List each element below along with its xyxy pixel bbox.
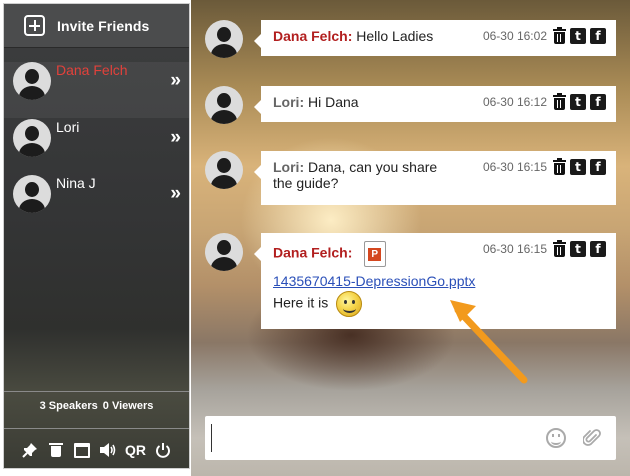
user-name: Nina J: [56, 175, 96, 191]
participant-stats: 3 Speakers 0 Viewers: [4, 400, 189, 412]
smiley-icon: [336, 291, 363, 317]
user-name: Dana Felch: [56, 62, 128, 78]
speakers-label: Speakers: [48, 400, 98, 412]
message-sender: Dana Felch:: [273, 244, 353, 261]
message-composer: [205, 416, 616, 460]
divider: [4, 391, 189, 392]
message-time: 06-30 16:15: [482, 160, 547, 174]
facebook-icon[interactable]: f: [590, 241, 606, 257]
qr-button[interactable]: QR: [125, 442, 146, 458]
invite-friends-button[interactable]: Invite Friends: [4, 4, 189, 48]
chat-area: Dana Felch: Hello Ladies 06-30 16:02 t f…: [191, 0, 630, 476]
invite-friends-label: Invite Friends: [57, 17, 150, 34]
power-icon[interactable]: [154, 441, 172, 459]
facebook-icon[interactable]: f: [590, 159, 606, 175]
file-link[interactable]: 1435670415-DepressionGo.pptx: [273, 273, 606, 289]
message-meta: 06-30 16:12 t f: [482, 92, 606, 110]
pin-icon[interactable]: [21, 441, 39, 459]
twitter-icon[interactable]: t: [570, 28, 586, 44]
avatar: [13, 62, 51, 100]
user-item-lori[interactable]: Lori »: [4, 119, 189, 175]
message-sender: Dana Felch:: [273, 28, 353, 44]
message-text: Hello Ladies: [356, 28, 434, 44]
chevron-right-icon[interactable]: »: [170, 183, 180, 205]
message-time: 06-30 16:02: [482, 29, 547, 43]
twitter-icon[interactable]: t: [570, 94, 586, 110]
delete-icon[interactable]: [553, 92, 566, 110]
viewers-count: 0: [102, 400, 109, 412]
chevron-right-icon[interactable]: »: [170, 70, 180, 92]
avatar: [205, 233, 243, 271]
powerpoint-file-icon: P: [364, 241, 387, 267]
viewers-label: Viewers: [111, 400, 154, 412]
divider: [4, 428, 189, 429]
paperclip-icon[interactable]: [582, 428, 602, 448]
user-name: Lori: [56, 119, 80, 135]
avatar: [13, 175, 51, 213]
twitter-icon[interactable]: t: [570, 241, 586, 257]
message-input[interactable]: [211, 424, 531, 452]
sidebar-toolbar: QR: [4, 436, 189, 464]
avatar: [205, 151, 243, 189]
twitter-icon[interactable]: t: [570, 159, 586, 175]
facebook-icon[interactable]: f: [590, 28, 606, 44]
speakers-count: 3: [39, 400, 46, 412]
plus-icon: [24, 15, 45, 36]
message-bubble: Dana Felch: P 1435670415-DepressionGo.pp…: [254, 233, 616, 329]
delete-icon[interactable]: [553, 239, 566, 257]
window-icon[interactable]: [73, 441, 91, 459]
avatar: [205, 86, 243, 124]
message-bubble: Lori: Dana, can you share the guide? 06-…: [254, 151, 616, 205]
message-text: Hi Dana: [308, 94, 359, 110]
chevron-right-icon[interactable]: »: [170, 127, 180, 149]
avatar: [13, 119, 51, 157]
message-time: 06-30 16:12: [482, 95, 547, 109]
message-sender: Lori:: [273, 94, 305, 110]
message-meta: 06-30 16:15 t f: [482, 157, 606, 175]
message-sender: Lori:: [273, 159, 305, 175]
facebook-icon[interactable]: f: [590, 94, 606, 110]
message-time: 06-30 16:15: [482, 242, 547, 256]
emoji-icon[interactable]: [546, 428, 566, 448]
sidebar: Invite Friends Dana Felch » Lori » Nina …: [3, 3, 190, 469]
message-bubble: Dana Felch: Hello Ladies 06-30 16:02 t f: [254, 20, 616, 56]
message-meta: 06-30 16:02 t f: [482, 26, 606, 44]
delete-icon[interactable]: [553, 26, 566, 44]
avatar: [205, 20, 243, 58]
message-meta: 06-30 16:15 t f: [482, 239, 606, 257]
message-bubble: Lori: Hi Dana 06-30 16:12 t f: [254, 86, 616, 122]
user-item-dana[interactable]: Dana Felch »: [4, 62, 189, 118]
message-text: Here it is: [273, 294, 329, 311]
delete-icon[interactable]: [553, 157, 566, 175]
volume-icon[interactable]: [99, 441, 117, 459]
trash-icon[interactable]: [47, 441, 65, 459]
user-item-nina[interactable]: Nina J »: [4, 175, 189, 231]
